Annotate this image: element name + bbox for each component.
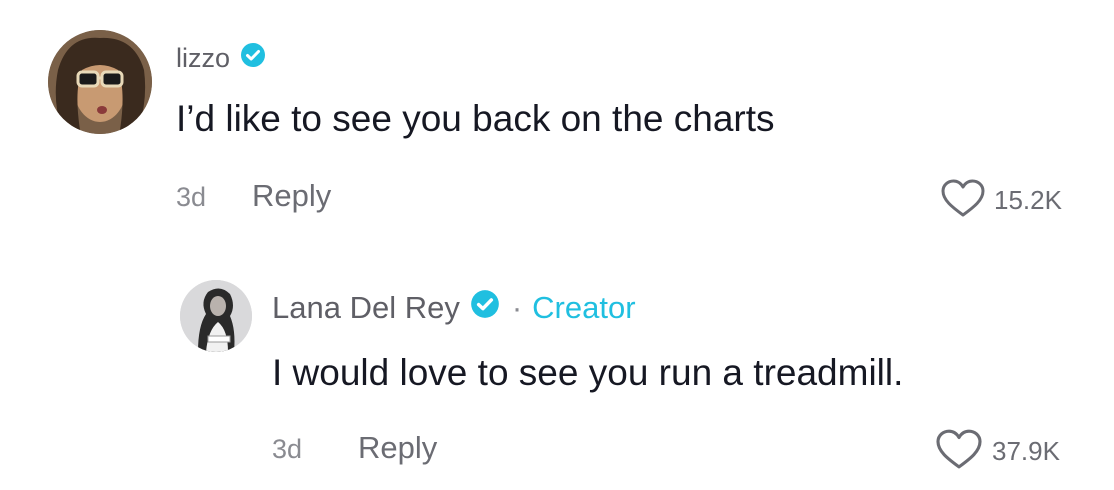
- heart-outline-icon: [940, 178, 986, 223]
- like-count: 15.2K: [994, 185, 1062, 215]
- verified-badge-icon: [240, 42, 266, 75]
- reply-header: Lana Del Rey · Creator: [272, 288, 636, 328]
- reply-item: Lana Del Rey · Creator I would love to s…: [0, 260, 1114, 490]
- comment-header: lizzo: [176, 38, 266, 78]
- reply-button[interactable]: Reply: [358, 430, 437, 466]
- creator-label: Creator: [532, 290, 636, 325]
- avatar-image: [180, 280, 252, 352]
- reply-text: I would love to see you run a treadmill.: [272, 352, 904, 393]
- reply-meta: 3d Reply: [272, 430, 437, 466]
- comment-meta: 3d Reply: [176, 178, 331, 214]
- heart-outline-icon: [934, 428, 984, 475]
- reply-button[interactable]: Reply: [252, 178, 331, 214]
- like-count: 37.9K: [992, 436, 1060, 466]
- separator: ·: [511, 290, 523, 325]
- like-button[interactable]: 37.9K: [934, 428, 1060, 475]
- avatar[interactable]: [48, 30, 152, 134]
- comment-item: lizzo I’d like to see you back on the ch…: [0, 0, 1114, 240]
- avatar[interactable]: [180, 280, 252, 352]
- verified-badge-icon: [470, 289, 500, 327]
- comment-text: I’d like to see you back on the charts: [176, 98, 775, 139]
- comment-time: 3d: [176, 182, 207, 212]
- reply-time: 3d: [272, 434, 303, 464]
- avatar-image: [48, 30, 152, 134]
- like-button[interactable]: 15.2K: [940, 178, 1062, 223]
- username[interactable]: lizzo: [176, 43, 230, 74]
- username[interactable]: Lana Del Rey: [272, 290, 460, 326]
